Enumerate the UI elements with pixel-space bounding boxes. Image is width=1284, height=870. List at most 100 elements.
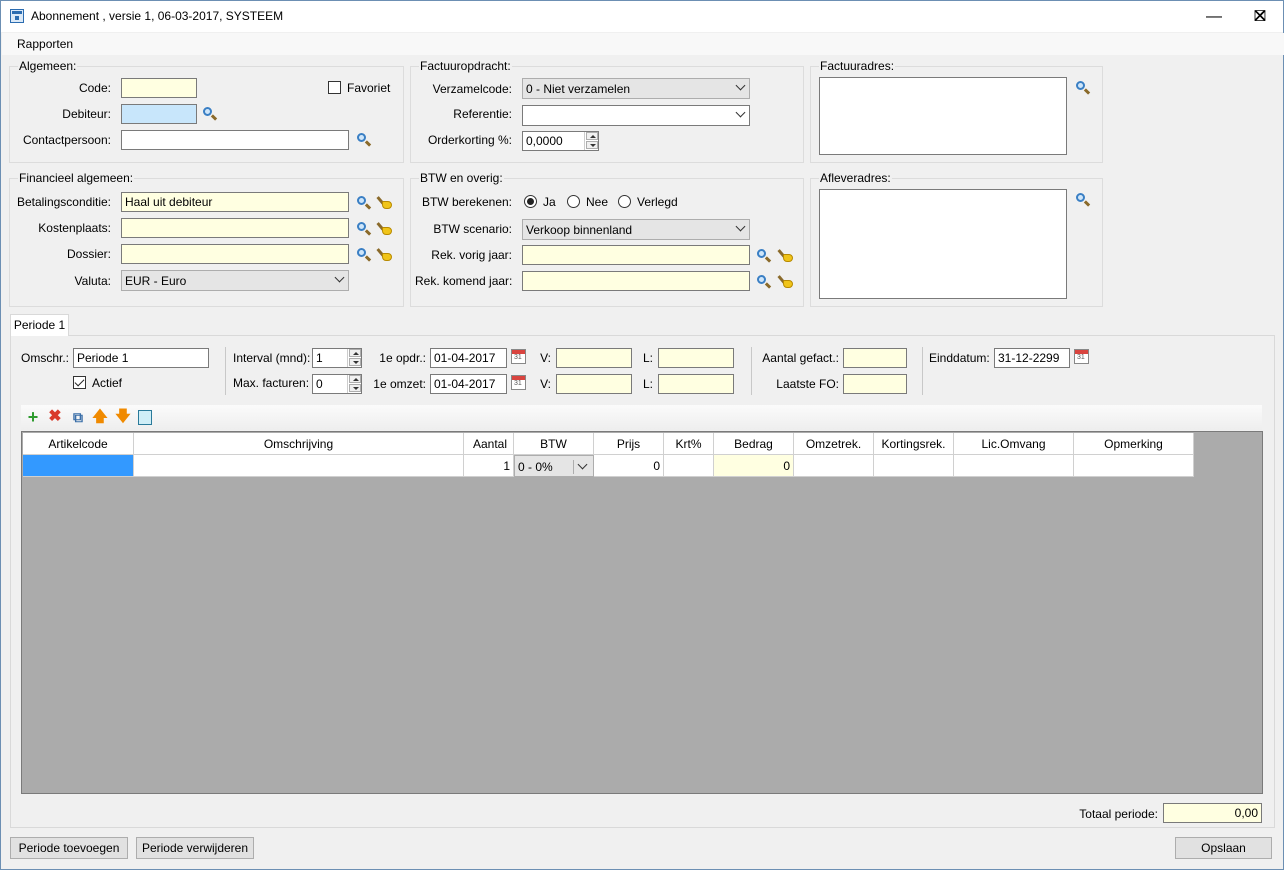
aantal-gefact-label: Aantal gefact.: — [762, 351, 839, 365]
move-down-icon[interactable]: 🡇 — [115, 409, 131, 425]
actief-checkbox[interactable] — [73, 376, 86, 389]
code-input[interactable] — [121, 78, 197, 98]
minimize-button[interactable]: — — [1191, 1, 1237, 32]
factuuradres-title: Factuuradres: — [819, 59, 896, 73]
omzet-input[interactable]: 01-04-2017 — [430, 374, 507, 394]
betalingsconditie-clear-icon[interactable] — [376, 195, 393, 211]
grid-cell-omschrijving[interactable] — [134, 455, 464, 477]
rek-komend-search-icon[interactable] — [756, 274, 772, 290]
opdr-v-label: V: — [540, 351, 551, 365]
grid-header-btw[interactable]: BTW — [514, 433, 594, 455]
omzet-v-input[interactable] — [556, 374, 632, 394]
add-icon[interactable]: + — [25, 408, 41, 426]
copy-icon[interactable]: ⧉ — [70, 409, 86, 425]
aantal-gefact-input[interactable] — [843, 348, 907, 368]
opdr-v-input[interactable] — [556, 348, 632, 368]
chevron-down-icon — [735, 221, 746, 233]
btw-radio-ja[interactable] — [524, 195, 537, 208]
favoriet-checkbox[interactable] — [328, 81, 341, 94]
rek-komend-clear-icon[interactable] — [777, 274, 794, 290]
einddatum-input[interactable]: 31-12-2299 — [994, 348, 1070, 368]
grid-cell-prijs[interactable]: 0 — [594, 455, 664, 477]
grid-header-omzetrek[interactable]: Omzetrek. — [794, 433, 874, 455]
valuta-select[interactable]: EUR - Euro — [121, 270, 349, 291]
interval-spinner[interactable] — [347, 349, 361, 367]
opdr-label: 1e opdr.: — [379, 351, 426, 365]
move-up-icon[interactable]: 🡅 — [92, 409, 108, 425]
betalingsconditie-input[interactable]: Haal uit debiteur — [121, 192, 349, 212]
contactpersoon-label: Contactpersoon: — [22, 133, 111, 147]
afleveradres-textarea[interactable] — [819, 189, 1067, 299]
grid-header-bedrag[interactable]: Bedrag — [714, 433, 794, 455]
kostenplaats-label: Kostenplaats: — [38, 221, 111, 235]
rek-komend-input[interactable] — [522, 271, 750, 291]
rek-vorig-label: Rek. vorig jaar: — [431, 248, 512, 262]
dossier-clear-icon[interactable] — [376, 247, 393, 263]
grid-header-omschrijving[interactable]: Omschrijving — [134, 433, 464, 455]
separator — [751, 347, 752, 395]
totaal-periode-value: 0,00 — [1163, 803, 1262, 823]
factuuradres-textarea[interactable] — [819, 77, 1067, 155]
debiteur-search-icon[interactable] — [202, 106, 218, 122]
opdr-l-input[interactable] — [658, 348, 734, 368]
betalingsconditie-search-icon[interactable] — [356, 195, 372, 211]
grid-cell-btw[interactable]: 0 - 0% — [514, 455, 594, 477]
opdr-calendar-icon[interactable]: 31 — [511, 349, 526, 364]
einddatum-calendar-icon[interactable]: 31 — [1074, 349, 1089, 364]
btw-berekenen-label: BTW berekenen: — [421, 195, 512, 209]
kostenplaats-search-icon[interactable] — [356, 221, 372, 237]
calculator-icon[interactable] — [138, 410, 152, 425]
menu-rapporten[interactable]: Rapporten — [17, 37, 73, 51]
grid-cell-bedrag[interactable]: 0 — [714, 455, 794, 477]
contactpersoon-input[interactable] — [121, 130, 349, 150]
grid-header-aantal[interactable]: Aantal — [464, 433, 514, 455]
btw-scenario-select[interactable]: Verkoop binnenland — [522, 219, 750, 240]
grid-header-artikelcode[interactable]: Artikelcode — [23, 433, 134, 455]
omzet-l-input[interactable] — [658, 374, 734, 394]
valuta-label: Valuta: — [74, 274, 111, 288]
dossier-search-icon[interactable] — [356, 247, 372, 263]
btw-radio-nee[interactable] — [567, 195, 580, 208]
contactpersoon-search-icon[interactable] — [356, 132, 372, 148]
grid-cell-opmerking[interactable] — [1074, 455, 1194, 477]
referentie-select[interactable] — [522, 105, 750, 126]
laatste-fo-input[interactable] — [843, 374, 907, 394]
omschr-input[interactable]: Periode 1 — [73, 348, 209, 368]
grid-header-kortingsrek[interactable]: Kortingsrek. — [874, 433, 954, 455]
orderkorting-spinner[interactable] — [584, 132, 598, 150]
dossier-input[interactable] — [121, 244, 349, 264]
max-facturen-spinner[interactable] — [347, 375, 361, 393]
grid-cell-licomvang[interactable] — [954, 455, 1074, 477]
rek-vorig-search-icon[interactable] — [756, 248, 772, 264]
grid-cell-krt[interactable] — [664, 455, 714, 477]
grid-cell-omzetrek[interactable] — [794, 455, 874, 477]
article-grid: Artikelcode Omschrijving Aantal BTW Prij… — [21, 431, 1263, 794]
tab-periode-1[interactable]: Periode 1 — [10, 314, 69, 336]
close-button[interactable]: ✕ — [1237, 1, 1283, 32]
grid-header-prijs[interactable]: Prijs — [594, 433, 664, 455]
periode-verwijderen-button[interactable]: Periode verwijderen — [136, 837, 254, 859]
rek-vorig-clear-icon[interactable] — [777, 248, 794, 264]
afleveradres-search-icon[interactable] — [1075, 192, 1091, 208]
btw-radio-verlegd[interactable] — [618, 195, 631, 208]
opdr-input[interactable]: 01-04-2017 — [430, 348, 507, 368]
delete-icon[interactable]: ✖ — [47, 409, 63, 425]
window-title: Abonnement , versie 1, 06-03-2017, SYSTE… — [31, 9, 284, 23]
grid-header-krt[interactable]: Krt% — [664, 433, 714, 455]
omzet-calendar-icon[interactable]: 31 — [511, 375, 526, 390]
opdr-l-label: L: — [642, 351, 653, 365]
grid-cell-aantal[interactable]: 1 — [464, 455, 514, 477]
periode-toevoegen-button[interactable]: Periode toevoegen — [10, 837, 128, 859]
grid-header-licomvang[interactable]: Lic.Omvang — [954, 433, 1074, 455]
factuuradres-search-icon[interactable] — [1075, 80, 1091, 96]
grid-header-opmerking[interactable]: Opmerking — [1074, 433, 1194, 455]
kostenplaats-clear-icon[interactable] — [376, 221, 393, 237]
kostenplaats-input[interactable] — [121, 218, 349, 238]
rek-vorig-input[interactable] — [522, 245, 750, 265]
debiteur-input[interactable] — [121, 104, 197, 124]
grid-cell-kortingsrek[interactable] — [874, 455, 954, 477]
chevron-down-icon — [334, 272, 345, 284]
grid-cell-artikelcode[interactable] — [23, 455, 134, 477]
opslaan-button[interactable]: Opslaan — [1175, 837, 1272, 859]
verzamelcode-select[interactable]: 0 - Niet verzamelen — [522, 78, 750, 99]
